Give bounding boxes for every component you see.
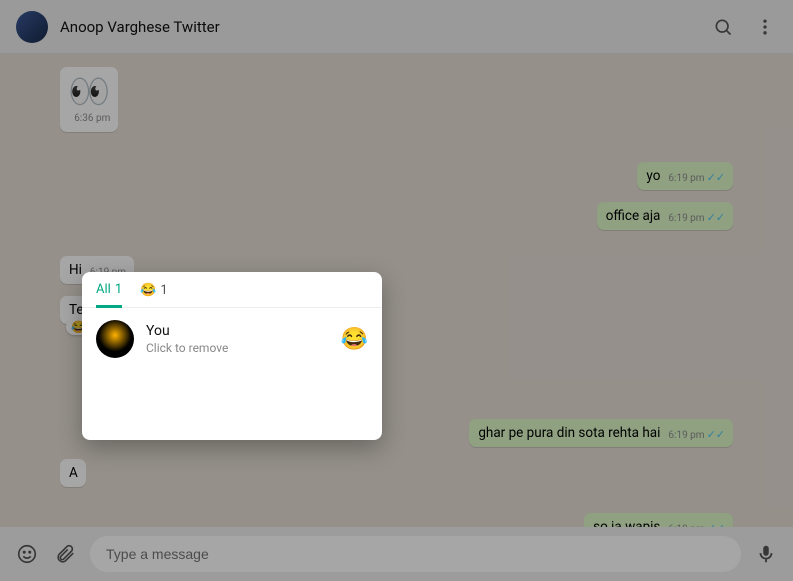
tab-all[interactable]: All 1 xyxy=(96,282,122,308)
reactor-emoji: 😂 xyxy=(341,327,368,352)
reactor-subtitle: Click to remove xyxy=(146,341,341,355)
reaction-row[interactable]: You Click to remove 😂 xyxy=(82,308,382,370)
tab-emoji-count: 1 xyxy=(160,283,167,298)
tab-emoji-icon: 😂 xyxy=(140,283,156,298)
tab-emoji[interactable]: 😂 1 xyxy=(140,282,168,307)
reactor-name: You xyxy=(146,323,341,339)
reactor-avatar xyxy=(96,320,134,358)
popup-spacer xyxy=(82,370,382,440)
tab-all-label: All xyxy=(96,282,111,297)
reaction-tabs: All 1 😂 1 xyxy=(82,272,382,308)
reaction-details-popup: All 1 😂 1 You Click to remove 😂 xyxy=(82,272,382,440)
tab-all-count: 1 xyxy=(115,282,122,297)
